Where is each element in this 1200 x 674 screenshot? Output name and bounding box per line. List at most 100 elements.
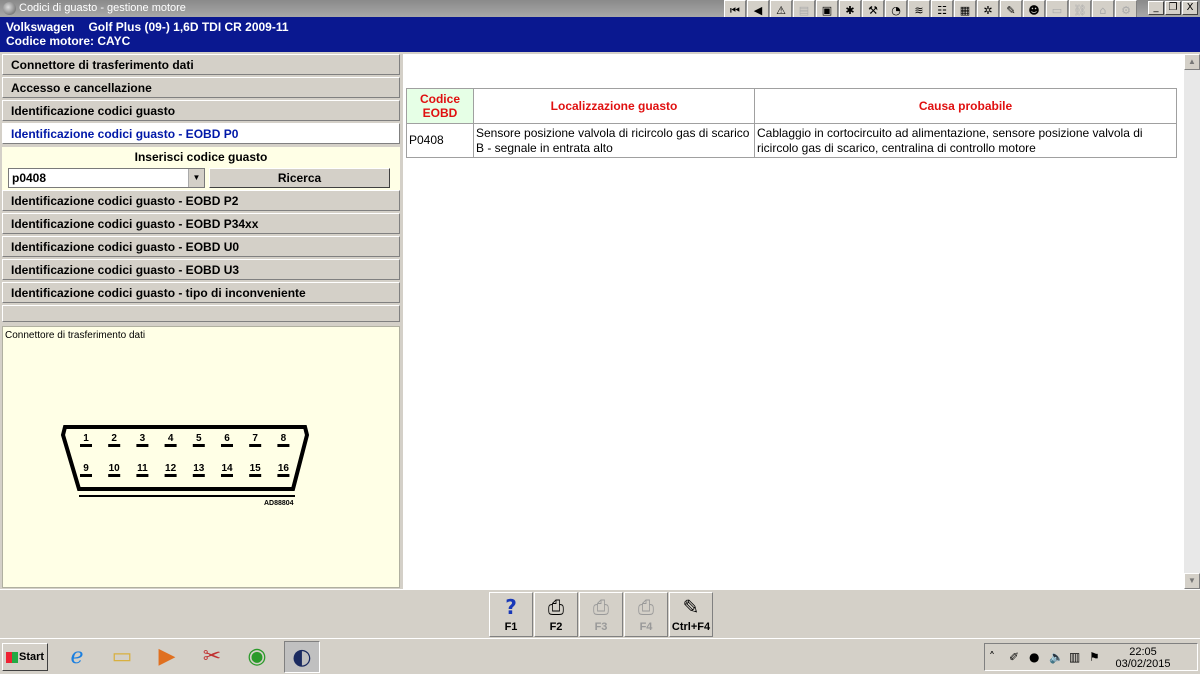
pin-contact (249, 444, 262, 447)
menu-item-access-clearing[interactable]: Accesso e cancellazione (2, 77, 400, 98)
pin-label: 10 (109, 463, 121, 474)
fkey-label: F4 (639, 621, 653, 633)
header-code-line2: EOBD (422, 106, 458, 120)
table-row: P0408 Sensore posizione valvola di ricir… (406, 123, 1177, 158)
pin-contact (80, 474, 92, 477)
dropdown-arrow-icon[interactable]: ▼ (188, 169, 204, 187)
autodata-icon[interactable]: ◐ (284, 641, 320, 673)
pin-label: 12 (165, 463, 177, 474)
pin-label: 16 (278, 463, 290, 474)
clock-time: 22:05 (1129, 646, 1157, 658)
fkey-f4[interactable]: ⎙ F4 (624, 592, 668, 637)
window-controls: _ ❐ X (1148, 1, 1198, 15)
scroll-down-icon[interactable]: ▼ (1184, 573, 1200, 589)
search-label: Inserisci codice guasto (134, 150, 268, 164)
pin-label: 1 (83, 433, 89, 444)
pin-contact (108, 444, 121, 447)
fkey-f2[interactable]: ⎙ F2 (534, 592, 578, 637)
pin-contact (108, 474, 121, 477)
fkey-label: F2 (549, 621, 563, 633)
close-button[interactable]: X (1182, 1, 1198, 15)
media-player-icon[interactable]: ▶ (149, 641, 185, 673)
tray-icon[interactable]: ˄ (989, 650, 995, 664)
pin-label: 8 (281, 433, 287, 444)
pin-label: 6 (224, 433, 230, 444)
menu-item-eobd-p2[interactable]: Identificazione codici guasto - EOBD P2 (2, 190, 400, 211)
start-button[interactable]: Start (2, 643, 48, 671)
obd-connector-diagram: 12345678 9 10 11 12 13 14 15 16 AD88804 (60, 425, 310, 507)
menu-item-eobd-p34xx[interactable]: Identificazione codici guasto - EOBD P34… (2, 213, 400, 234)
menu-item-eobd-u3[interactable]: Identificazione codici guasto - EOBD U3 (2, 259, 400, 280)
pin-contact (80, 444, 92, 447)
pin-label: 15 (250, 463, 262, 474)
start-label: Start (19, 651, 45, 663)
pin-label: 4 (168, 433, 174, 444)
windows-logo-icon (6, 651, 18, 663)
cell-location: Sensore posizione valvola di ricircolo g… (473, 123, 755, 158)
search-area: Inserisci codice guasto p0408 ▼ Ricerca (2, 147, 400, 193)
pin-label: 14 (221, 463, 233, 474)
pin-label: 2 (111, 433, 117, 444)
fault-code-input[interactable]: p0408 ▼ (8, 168, 205, 188)
menu-item-eobd-u0[interactable]: Identificazione codici guasto - EOBD U0 (2, 236, 400, 257)
fkey-label: F1 (504, 621, 518, 633)
question-icon: ? (505, 595, 517, 619)
window-title: Codici di guasto - gestione motore (19, 2, 186, 14)
tray-icon[interactable]: ⚑ (1089, 650, 1100, 664)
pin-contact (192, 444, 205, 447)
pin-label: 3 (140, 433, 146, 444)
menu-item-fault-codes[interactable]: Identificazione codici guasto (2, 100, 400, 121)
pin-contact (192, 474, 205, 477)
scroll-up-icon[interactable]: ▲ (1184, 54, 1200, 70)
vehicle-model: Golf Plus (09-) 1,6D TDI CR 2009-11 (88, 20, 289, 34)
ie-icon[interactable]: ℯ (59, 641, 95, 673)
tray-icon[interactable]: ✐ (1009, 650, 1019, 664)
function-key-bar: ? F1 ⎙ F2 ⎙ F3 ⎙ F4 ✎ Ctrl+F4 (0, 589, 1200, 637)
vertical-scrollbar[interactable]: ▲ ▼ (1184, 54, 1200, 589)
fkey-f3[interactable]: ⎙ F3 (579, 592, 623, 637)
tray-icon[interactable]: 🔈 (1049, 650, 1064, 664)
system-tray: ˄ ✐ ● 🔈 ▥ ⚑ 22:05 03/02/2015 (984, 643, 1198, 671)
fault-code-table: Codice EOBD Localizzazione guasto Causa p… (406, 88, 1177, 158)
fault-code-value[interactable]: p0408 (12, 171, 46, 185)
pin-contact (249, 474, 262, 477)
pins-top: 1 2 3 4 5 6 7 8 (80, 433, 290, 447)
tray-icon[interactable]: ▥ (1069, 650, 1080, 664)
menu-item-fault-type[interactable]: Identificazione codici guasto - tipo di … (2, 282, 400, 303)
header-code-line1: Codice (419, 92, 460, 106)
fkey-label: F3 (594, 621, 608, 633)
pin-contact (164, 444, 177, 447)
fkey-f1[interactable]: ? F1 (489, 592, 533, 637)
tray-icon[interactable]: ● (1029, 650, 1039, 664)
pins-bottom: 9 10 11 12 13 14 15 16 (80, 463, 290, 477)
minimize-button[interactable]: _ (1148, 1, 1164, 15)
menu-panel: Connettore di trasferimento dati Accesso… (2, 54, 400, 324)
results-panel: Codice EOBD Localizzazione guasto Causa p… (403, 54, 1184, 589)
scissors-icon[interactable]: ✂ (194, 641, 230, 673)
app-icon (3, 2, 16, 15)
menu-item-data-connector[interactable]: Connettore di trasferimento dati (2, 54, 400, 75)
restore-button[interactable]: ❐ (1165, 1, 1181, 15)
pin-label: 13 (193, 463, 205, 474)
diagram-ref: AD88804 (264, 500, 294, 507)
chrome-icon[interactable]: ◉ (239, 641, 275, 673)
pin-label: 11 (137, 463, 148, 474)
clock-date: 03/02/2015 (1115, 658, 1171, 670)
vehicle-make: Volkswagen (6, 20, 75, 34)
clock[interactable]: 22:05 03/02/2015 (1113, 646, 1173, 670)
pin-label: 9 (83, 463, 89, 474)
pin-contact (277, 474, 290, 477)
menu-item-eobd-p0[interactable]: Identificazione codici guasto - EOBD P0 (2, 123, 400, 144)
pin-contact (136, 444, 149, 447)
print-setup-icon: ⎙ (638, 595, 654, 619)
engine-code: Codice motore: CAYC (6, 34, 131, 48)
fkey-ctrl-f4[interactable]: ✎ Ctrl+F4 (669, 592, 713, 637)
menu-spacer (2, 305, 400, 322)
pin-label: 5 (196, 433, 202, 444)
vehicle-header: Volkswagen Golf Plus (09-) 1,6D TDI CR 20… (0, 17, 1200, 52)
search-button[interactable]: Ricerca (209, 168, 390, 188)
pin-contact (164, 474, 177, 477)
header-location: Localizzazione guasto (473, 88, 755, 124)
diagram-panel: Connettore di trasferimento dati 1234567… (2, 326, 400, 588)
explorer-icon[interactable]: ▭ (104, 641, 140, 673)
